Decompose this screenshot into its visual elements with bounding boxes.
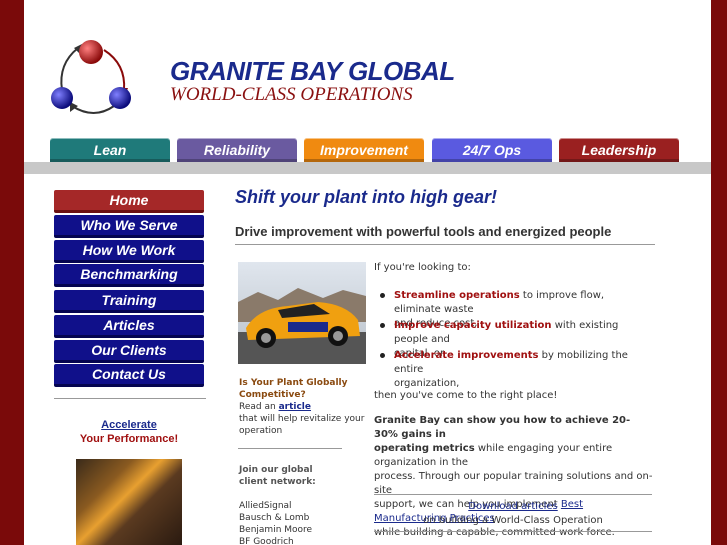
competitive-question-line1: Is Your Plant Globally <box>239 378 348 388</box>
race-car-image <box>238 262 366 364</box>
accelerate-link[interactable]: Accelerate <box>101 419 157 431</box>
bullet-bold: Streamline operations <box>394 290 520 301</box>
bullet-dot-icon <box>380 323 385 328</box>
bullet-bold: Accelerate improvements <box>394 350 539 361</box>
nav-home[interactable]: Home <box>54 190 204 213</box>
left-col-divider <box>238 448 342 449</box>
tab-improvement[interactable]: Improvement <box>304 138 424 162</box>
plant-competitive-block: Is Your Plant Globally Competitive? Read… <box>239 377 364 437</box>
bullet-bold: Improve capacity utilization <box>394 320 552 331</box>
client-name: AlliedSignal <box>239 501 292 511</box>
bullet-item: Accelerate improvements by mobilizing th… <box>380 349 652 391</box>
client-name: Bausch & Lomb <box>239 513 310 523</box>
download-block: Download articles on building a World-Cl… <box>374 500 652 528</box>
sidebar-divider <box>54 398 206 399</box>
gains-bold-line1: Granite Bay can show you how to achieve … <box>374 415 631 440</box>
nav-contact-us[interactable]: Contact Us <box>54 364 204 387</box>
intro-text: If you're looking to: <box>374 262 471 273</box>
join-line2: client network: <box>239 477 316 487</box>
tab-24-7-ops[interactable]: 24/7 Ops <box>432 138 552 162</box>
nav-training[interactable]: Training <box>54 290 204 313</box>
bullet-text-cont: organization, <box>394 378 460 389</box>
tab-underline-band <box>24 162 711 174</box>
subhead-divider <box>235 244 655 245</box>
read-prefix: Read an <box>239 402 279 412</box>
page-frame: GRANITE BAY GLOBAL WORLD-CLASS OPERATION… <box>24 0 711 545</box>
accelerate-promo: Accelerate Your Performance! <box>54 418 204 446</box>
nav-benchmarking[interactable]: Benchmarking <box>54 264 204 287</box>
nav-who-we-serve[interactable]: Who We Serve <box>54 215 204 238</box>
paragraph-text: while building a capable, committed work… <box>374 527 615 538</box>
read-text-line1: that will help revitalize your <box>239 414 365 424</box>
site-title: GRANITE BAY GLOBAL <box>170 56 455 86</box>
read-text-line2: operation <box>239 426 283 436</box>
download-divider-bottom <box>374 531 652 532</box>
nav-how-we-work[interactable]: How We Work <box>54 240 204 263</box>
accelerate-text: Your Performance! <box>79 433 179 445</box>
page-headline: Shift your plant into high gear! <box>235 187 497 207</box>
tab-leadership[interactable]: Leadership <box>559 138 679 162</box>
download-divider-top <box>374 494 652 495</box>
tab-lean[interactable]: Lean <box>50 138 170 162</box>
nav-our-clients[interactable]: Our Clients <box>54 340 204 363</box>
client-network-block: Join our global client network: AlliedSi… <box>239 464 316 545</box>
download-articles-link[interactable]: Download articles <box>468 501 557 512</box>
gains-bold-line2: operating metrics <box>374 443 475 454</box>
then-text: then you've come to the right place! <box>374 390 558 401</box>
welding-photo <box>76 459 182 545</box>
tab-reliability[interactable]: Reliability <box>177 138 297 162</box>
download-text: on building a World-Class Operation <box>423 515 603 526</box>
client-name: Benjamin Moore <box>239 525 313 535</box>
logo-icon <box>51 40 131 114</box>
article-link[interactable]: article <box>279 402 311 412</box>
nav-articles[interactable]: Articles <box>54 315 204 338</box>
client-name: BF Goodrich <box>239 537 294 545</box>
bullet-dot-icon <box>380 293 385 298</box>
join-line1: Join our global <box>239 465 313 475</box>
competitive-question-line2: Competitive? <box>239 390 306 400</box>
bullet-dot-icon <box>380 353 385 358</box>
page-subhead: Drive improvement with powerful tools an… <box>235 224 612 239</box>
site-subtitle: WORLD-CLASS OPERATIONS <box>170 84 413 105</box>
